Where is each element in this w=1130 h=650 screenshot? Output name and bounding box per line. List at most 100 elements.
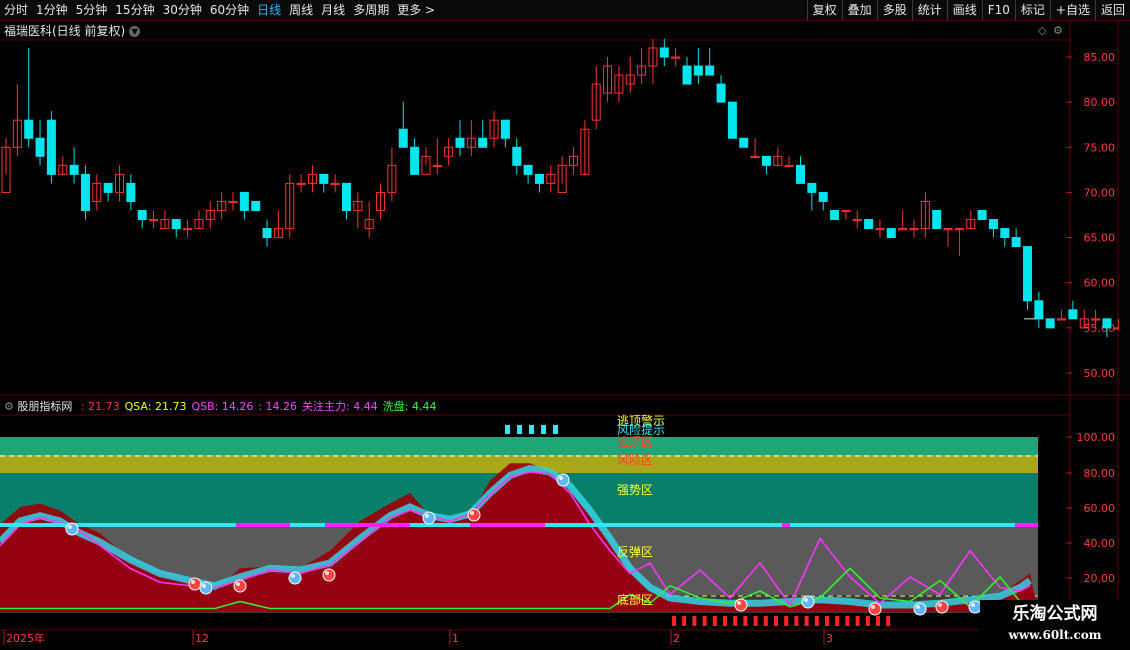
candle-body (761, 155, 771, 166)
candle-body (784, 164, 794, 168)
diamond-icon: ◇ (1038, 24, 1047, 37)
signal-ball-shine-5 (325, 571, 329, 575)
bottom-bar (733, 616, 738, 626)
zone-label-3: 风险区 (617, 452, 653, 467)
signal-ball-shine-4 (291, 574, 295, 578)
signal-ball-4 (288, 571, 302, 585)
candle-body (693, 65, 703, 76)
ind-tick-label-1: 80.00 (1084, 467, 1116, 480)
bottom-bar (763, 616, 768, 626)
signal-ball-shine-9 (737, 601, 741, 605)
bottom-bar (753, 616, 758, 626)
candle-body (103, 182, 113, 193)
candle-body (523, 164, 533, 175)
candle-body (1034, 300, 1044, 320)
candle-body (977, 209, 987, 221)
candle-body (478, 137, 488, 148)
signal-ball-shine-8 (559, 476, 563, 480)
signal-ball-7 (467, 508, 481, 522)
indicator-values: : 21.73 QSA: 21.73 QSB: 14.26: 14.26 关注主力: … (76, 400, 437, 413)
candle-body (864, 219, 874, 230)
candle-body (886, 228, 896, 239)
bottom-bar (692, 616, 697, 626)
bottom-bar (672, 616, 676, 626)
settings-icon[interactable]: ⚙ (4, 400, 14, 413)
zone-band-top (0, 437, 1038, 455)
signal-ball-13 (935, 600, 949, 614)
signal-ball-shine-6 (425, 514, 429, 518)
watermark-title: 乐淘公式网 (1012, 604, 1098, 624)
candle-body (342, 182, 351, 211)
chart-canvas[interactable]: 85.0080.0075.0070.0065.0060.0055.0050.00… (0, 0, 1130, 650)
candle-body (69, 164, 79, 175)
top-marker-2 (529, 425, 534, 434)
signal-ball-1 (188, 577, 202, 591)
signal-ball-11 (868, 602, 882, 616)
bottom-bar (825, 616, 829, 626)
watermark: 乐淘公式网 www.60lt.com (980, 600, 1130, 650)
signal-ball-0 (65, 522, 79, 536)
candle-body (35, 137, 45, 157)
candle-body (830, 209, 840, 221)
date-label-2: 1 (452, 632, 459, 645)
signal-ball-shine-10 (804, 598, 808, 602)
zone-label-4: 强势区 (617, 483, 653, 497)
bottom-bar (814, 616, 819, 626)
indicator-name[interactable]: 股朋指标网 (17, 400, 72, 413)
candle-body (1102, 318, 1112, 329)
price-tick-label-1: 80.00 (1084, 96, 1116, 109)
candle-body (262, 228, 272, 239)
signal-ball-shine-14 (971, 603, 975, 607)
signal-ball-shine-3 (236, 582, 240, 586)
side-panel (1119, 22, 1130, 392)
candle-body (171, 219, 181, 230)
signal-ball-shine-0 (68, 525, 72, 529)
signal-ball-shine-12 (916, 605, 920, 609)
indicator-value-2: QSB: 14.26 (191, 400, 254, 413)
candle-body (455, 137, 465, 148)
candle-body (716, 83, 726, 103)
indicator-header: ⚙ 股朋指标网 : 21.73 QSA: 21.73 QSB: 14.26: 14.… (4, 398, 436, 414)
zone-label-6: 底部区 (617, 592, 653, 607)
candle-body (727, 101, 737, 139)
bottom-bar (784, 616, 789, 626)
price-tick-label-2: 75.00 (1084, 141, 1116, 154)
candle-body (512, 146, 522, 166)
gear-icon: ⚙ (1053, 24, 1063, 37)
top-marker-4 (553, 425, 558, 434)
ind-tick-label-0: 100.00 (1077, 431, 1116, 444)
signal-ball-2 (199, 581, 213, 595)
signal-ball-9 (734, 598, 748, 612)
candle-body (137, 209, 147, 221)
signal-ball-shine-2 (202, 584, 206, 588)
price-tick-label-0: 85.00 (1084, 51, 1116, 64)
bottom-bar (743, 616, 748, 626)
bottom-bar (845, 616, 850, 626)
candle-body (80, 173, 90, 211)
candle-body (750, 155, 760, 159)
candle-body (239, 191, 249, 211)
candle-body (1057, 318, 1067, 321)
candle-body (1011, 237, 1021, 248)
signal-ball-6 (422, 511, 436, 525)
candle-body (410, 146, 420, 175)
top-marker-3 (541, 425, 546, 434)
candle-body (818, 191, 828, 202)
signal-ball-shine-11 (871, 605, 875, 609)
candle-body (24, 119, 34, 139)
signal-ball-shine-1 (191, 580, 195, 584)
candle-body (739, 137, 749, 148)
candle-body (898, 228, 908, 231)
bottom-bar (855, 616, 860, 626)
candle-body (1045, 318, 1055, 329)
bottom-bar (835, 616, 840, 626)
candle-body (251, 200, 261, 211)
bottom-bar (702, 616, 707, 626)
signal-ball-3 (233, 579, 247, 593)
ind-tick-label-3: 40.00 (1084, 537, 1116, 550)
candle-body (682, 65, 692, 85)
indicator-value-5: 洗盘: 4.44 (382, 400, 437, 413)
candle-body (988, 219, 998, 230)
candle-body (398, 128, 408, 148)
bottom-bar (865, 616, 870, 626)
